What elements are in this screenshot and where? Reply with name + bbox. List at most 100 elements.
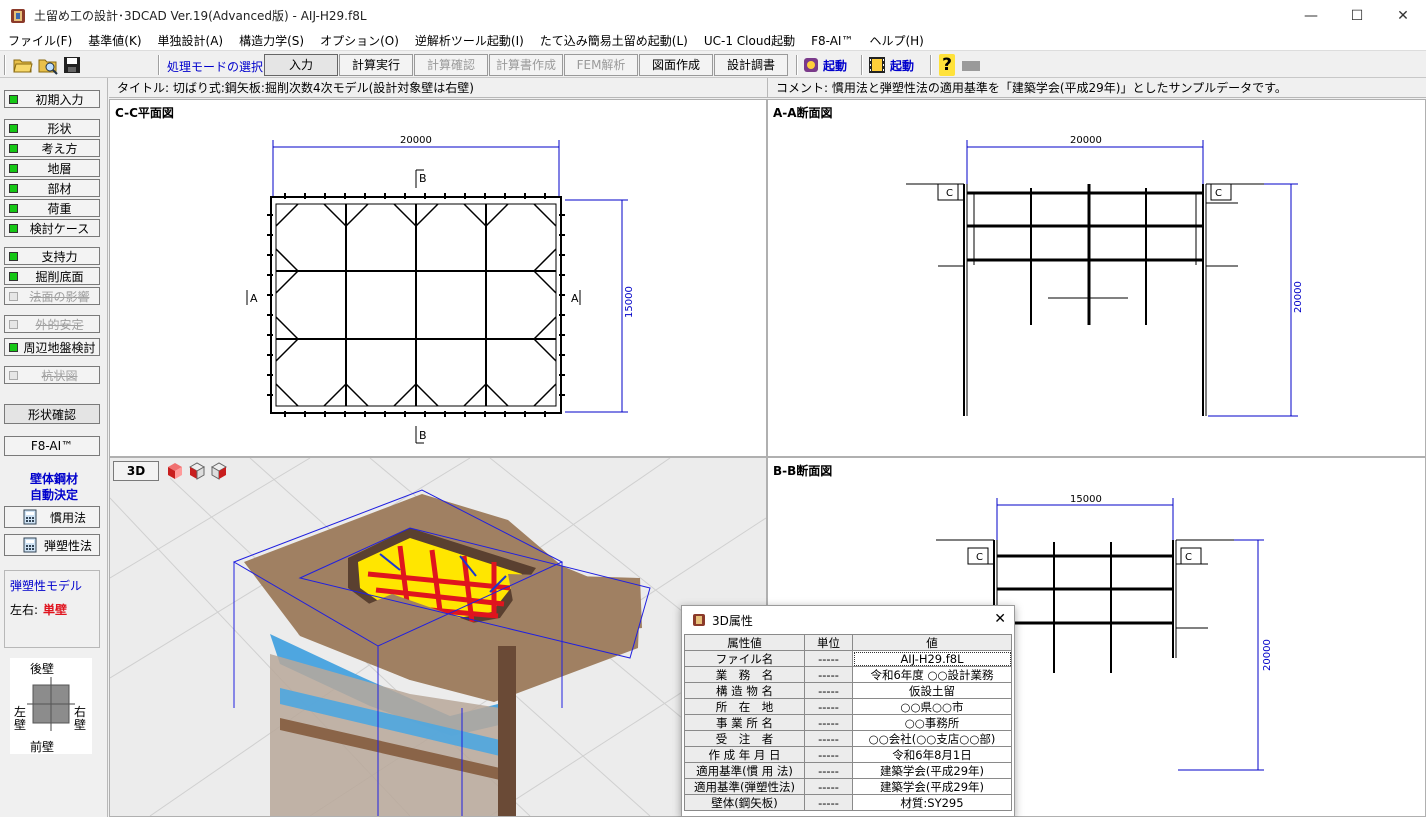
slope-effect-button[interactable]: 法面の影響 — [4, 287, 100, 305]
auto-decision-line2: 自動決定 — [29, 488, 78, 502]
row-unit: ----- — [804, 650, 853, 667]
menu-file[interactable]: ファイル(F) — [0, 32, 80, 49]
col-header-value: 値 — [852, 634, 1012, 651]
dialog-close-button[interactable]: ✕ — [994, 611, 1006, 627]
row-value[interactable]: AIJ-H29.f8L — [852, 650, 1012, 667]
menu-single-design[interactable]: 単独設計(A) — [150, 32, 232, 49]
status-led — [9, 203, 18, 213]
row-attr: 壁体(鋼矢板) — [684, 794, 805, 811]
row-value[interactable]: ○○県○○市 — [852, 698, 1012, 715]
model-title: 弾塑性モデル — [10, 579, 83, 593]
shape-check-button[interactable]: 形状確認 — [4, 404, 100, 424]
surrounding-ground-button[interactable]: 周辺地盤検討 — [4, 338, 100, 356]
cube-front-icon[interactable] — [210, 462, 228, 480]
members-button[interactable]: 部材 — [4, 179, 100, 197]
menu-structural[interactable]: 構造力学(S) — [231, 32, 312, 49]
table-row[interactable]: 構 造 物 名 ----- 仮設土留 — [684, 682, 1012, 699]
menu-options[interactable]: オプション(O) — [312, 32, 407, 49]
table-row[interactable]: ファイル名 ----- AIJ-H29.f8L — [684, 650, 1012, 667]
open-folder-icon[interactable] — [12, 54, 34, 76]
col-header-unit: 単位 — [804, 634, 853, 651]
table-row[interactable]: 適用基準(慣 用 法) ----- 建築学会(平成29年) — [684, 762, 1012, 779]
row-value[interactable]: ○○事務所 — [852, 714, 1012, 731]
table-row[interactable]: 受 注 者 ----- ○○会社(○○支店○○部) — [684, 730, 1012, 747]
conventional-method-button[interactable]: 慣用法 — [4, 506, 100, 528]
close-button[interactable]: ✕ — [1380, 0, 1426, 31]
menu-standard[interactable]: 基準値(K) — [80, 32, 149, 49]
minimize-button[interactable]: — — [1288, 0, 1334, 31]
status-led — [9, 342, 18, 352]
row-value[interactable]: 令和6年度 ○○設計業務 — [852, 666, 1012, 683]
mode-design-doc-button[interactable]: 設計調書 — [714, 54, 788, 76]
compass-back: 後壁 — [30, 662, 55, 676]
table-row[interactable]: 事 業 所 名 ----- ○○事務所 — [684, 714, 1012, 731]
dialog-title-bar[interactable]: 3D属性 ✕ — [682, 606, 1014, 634]
table-row[interactable]: 所 在 地 ----- ○○県○○市 — [684, 698, 1012, 715]
pile-diagram-button[interactable]: 杭状図 — [4, 366, 100, 384]
launch-app2-button[interactable]: 起動 — [868, 54, 924, 76]
comment-header: コメント: 慣用法と弾塑性法の適用基準を「建築学会(平成29年)」としたサンプル… — [767, 78, 1426, 98]
excavation-bottom-button[interactable]: 掘削底面 — [4, 267, 100, 285]
cube-red-icon[interactable] — [166, 462, 184, 480]
load-button[interactable]: 荷重 — [4, 199, 100, 217]
mode-label: 処理モードの選択 — [167, 60, 264, 74]
table-row[interactable]: 壁体(鋼矢板) ----- 材質:SY295 — [684, 794, 1012, 811]
launch-app1-button[interactable]: 起動 — [803, 54, 855, 76]
section-aa-drawing: C C 20000 20000 — [906, 135, 1304, 417]
mode-fem-button[interactable]: FEM解析 — [564, 54, 638, 76]
model-label: 左右: — [10, 603, 39, 617]
menu-inverse-tool[interactable]: 逆解析ツール起動(I) — [407, 32, 532, 49]
properties-table: 属性値 単位 値 ファイル名 ----- AIJ-H29.f8L 業 務 名 ----… — [684, 634, 1012, 811]
elastoplastic-method-button[interactable]: 弾塑性法 — [4, 534, 100, 556]
menu-tatekomi[interactable]: たて込み簡易土留め起動(L) — [532, 32, 696, 49]
external-stability-button[interactable]: 外的安定 — [4, 315, 100, 333]
menu-f8ai[interactable]: F8-AI™ — [803, 34, 861, 48]
check-case-button[interactable]: 検討ケース — [4, 219, 100, 237]
view-3d-toggle-button[interactable]: 3D — [113, 461, 159, 481]
row-unit: ----- — [804, 794, 853, 811]
menu-uc1-cloud[interactable]: UC-1 Cloud起動 — [696, 32, 803, 49]
plan-sec-a-right: A — [571, 292, 579, 305]
compass-left-2: 壁 — [14, 718, 27, 732]
elastoplastic-model-box: 弾塑性モデル 左右: 単壁 — [4, 570, 100, 648]
table-row[interactable]: 業 務 名 ----- 令和6年度 ○○設計業務 — [684, 666, 1012, 683]
menu-help[interactable]: ヘルプ(H) — [861, 32, 931, 49]
row-attr: 適用基準(弾塑性法) — [684, 778, 805, 795]
row-value[interactable]: 材質:SY295 — [852, 794, 1012, 811]
table-row[interactable]: 適用基準(弾塑性法) ----- 建築学会(平成29年) — [684, 778, 1012, 795]
table-row[interactable]: 作 成 年 月 日 ----- 令和6年8月1日 — [684, 746, 1012, 763]
shape-button[interactable]: 形状 — [4, 119, 100, 137]
app-icon — [11, 8, 25, 23]
mode-input-button[interactable]: 入力 — [264, 54, 338, 76]
row-value[interactable]: ○○会社(○○支店○○部) — [852, 730, 1012, 747]
initial-input-button[interactable]: 初期入力 — [4, 90, 100, 108]
maximize-button[interactable]: ☐ — [1334, 0, 1380, 31]
open-view-icon[interactable] — [37, 54, 59, 76]
save-icon[interactable] — [62, 54, 82, 76]
view-3d-pane[interactable]: 3D — [109, 457, 767, 817]
mode-drawing-button[interactable]: 図面作成 — [639, 54, 713, 76]
section-aa-pane[interactable]: A-A断面図 C C 20000 20000 — [767, 99, 1426, 457]
help-icon[interactable]: ? — [939, 54, 955, 76]
row-value[interactable]: 令和6年8月1日 — [852, 746, 1012, 763]
wall-compass[interactable]: 後壁 左 壁 右 壁 前壁 — [10, 658, 92, 754]
row-value[interactable]: 仮設土留 — [852, 682, 1012, 699]
row-value[interactable]: 建築学会(平成29年) — [852, 778, 1012, 795]
approach-button[interactable]: 考え方 — [4, 139, 100, 157]
mode-calc-button[interactable]: 計算実行 — [339, 54, 413, 76]
mode-check-button[interactable]: 計算確認 — [414, 54, 488, 76]
bearing-button[interactable]: 支持力 — [4, 247, 100, 265]
row-attr: 受 注 者 — [684, 730, 805, 747]
plan-sec-a-left: A — [250, 292, 258, 305]
row-unit: ----- — [804, 698, 853, 715]
row-attr: 構 造 物 名 — [684, 682, 805, 699]
row-attr: 業 務 名 — [684, 666, 805, 683]
cube-side-icon[interactable] — [188, 462, 206, 480]
button-label: 掘削底面 — [35, 269, 84, 284]
plan-view-pane[interactable]: C-C平面図 20000 15000 B B A A — [109, 99, 767, 457]
row-value[interactable]: 建築学会(平成29年) — [852, 762, 1012, 779]
f8ai-button[interactable]: F8-AI™ — [4, 436, 100, 456]
strata-button[interactable]: 地層 — [4, 159, 100, 177]
bb-sec-c-left: C — [976, 552, 983, 563]
mode-report-button[interactable]: 計算書作成 — [489, 54, 563, 76]
